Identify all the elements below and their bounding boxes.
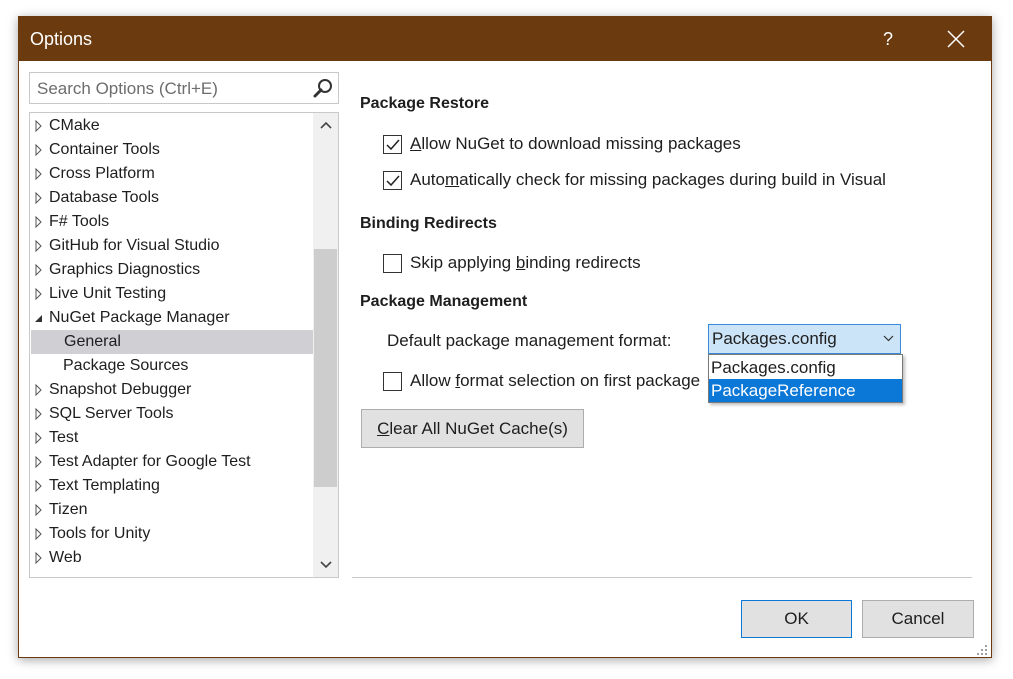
- search-icon[interactable]: [312, 78, 334, 100]
- tree-item-label: SQL Server Tools: [49, 405, 174, 422]
- tree-scrollbar[interactable]: [313, 113, 338, 577]
- options-tree[interactable]: CMake Container Tools Cross Platform Databa…: [29, 112, 339, 578]
- binding-redirects-heading: Binding Redirects: [360, 215, 497, 232]
- tree-item[interactable]: GitHub for Visual Studio: [30, 234, 313, 258]
- collapsed-arrow-icon[interactable]: [34, 480, 44, 492]
- package-management-heading: Package Management: [360, 293, 528, 310]
- collapsed-arrow-icon[interactable]: [34, 264, 44, 276]
- checkmark-icon: [386, 175, 400, 187]
- format-select-value: Packages.config: [712, 329, 837, 348]
- collapsed-arrow-icon[interactable]: [34, 216, 44, 228]
- allow-download-label: Allow NuGet to download missing packages: [410, 134, 741, 153]
- tree-item-label: Cross Platform: [49, 165, 155, 182]
- allow-download-checkbox[interactable]: [383, 135, 402, 154]
- tree-item[interactable]: Cross Platform: [30, 162, 313, 186]
- skip-binding-checkbox[interactable]: [383, 254, 402, 273]
- resize-grip-icon[interactable]: [976, 644, 988, 656]
- collapsed-arrow-icon[interactable]: [34, 168, 44, 180]
- auto-check-label: Automatically check for missing packages…: [410, 170, 886, 189]
- tree-item[interactable]: Live Unit Testing: [30, 282, 313, 306]
- title-bar[interactable]: Options ?: [19, 17, 991, 61]
- expanded-arrow-icon[interactable]: [34, 312, 44, 324]
- chevron-up-icon: [319, 121, 332, 129]
- collapsed-arrow-icon[interactable]: [34, 408, 44, 420]
- package-restore-heading: Package Restore: [360, 95, 489, 112]
- tree-item[interactable]: NuGet Package Manager: [30, 306, 313, 330]
- skip-binding-label: Skip applying binding redirects: [410, 253, 641, 272]
- tree-item-label: F# Tools: [49, 213, 110, 230]
- divider: [352, 577, 972, 578]
- checkmark-icon: [386, 139, 400, 151]
- scroll-thumb[interactable]: [314, 249, 337, 487]
- tree-item[interactable]: Container Tools: [30, 138, 313, 162]
- format-option-packagereference[interactable]: PackageReference: [709, 379, 902, 402]
- tree-item-label: General: [64, 333, 121, 350]
- tree-item[interactable]: Package Sources: [30, 354, 313, 378]
- tree-item-label: Test Adapter for Google Test: [49, 453, 251, 470]
- tree-item[interactable]: SQL Server Tools: [30, 402, 313, 426]
- tree-item[interactable]: Tizen: [30, 498, 313, 522]
- collapsed-arrow-icon[interactable]: [34, 144, 44, 156]
- tree-item[interactable]: Database Tools: [30, 186, 313, 210]
- options-dialog: Options ? Search Options (Ctrl+E) CMake C…: [18, 16, 992, 658]
- scroll-up-button[interactable]: [313, 113, 338, 135]
- collapsed-arrow-icon[interactable]: [34, 528, 44, 540]
- help-button[interactable]: ?: [865, 17, 911, 61]
- auto-check-checkbox[interactable]: [383, 171, 402, 190]
- close-button[interactable]: [933, 17, 979, 61]
- collapsed-arrow-icon[interactable]: [34, 288, 44, 300]
- collapsed-arrow-icon[interactable]: [34, 192, 44, 204]
- cancel-button[interactable]: Cancel: [862, 600, 974, 638]
- tree-item[interactable]: Snapshot Debugger: [30, 378, 313, 402]
- chevron-down-icon[interactable]: [883, 335, 894, 342]
- clear-cache-button[interactable]: Clear All NuGet Cache(s): [361, 409, 584, 448]
- tree-item-label: Database Tools: [49, 189, 159, 206]
- collapsed-arrow-icon[interactable]: [34, 120, 44, 132]
- allow-format-label: Allow format selection on first package: [410, 371, 701, 390]
- tree-item[interactable]: Tools for Unity: [30, 522, 313, 546]
- collapsed-arrow-icon[interactable]: [34, 504, 44, 516]
- close-icon: [947, 30, 965, 48]
- tree-item-label: Graphics Diagnostics: [49, 261, 201, 278]
- tree-item[interactable]: Test Adapter for Google Test: [30, 450, 313, 474]
- tree-item[interactable]: General: [31, 330, 314, 354]
- scroll-down-button[interactable]: [313, 554, 338, 576]
- tree-item[interactable]: F# Tools: [30, 210, 313, 234]
- tree-item-label: Snapshot Debugger: [49, 381, 192, 398]
- dialog-title: Options: [30, 29, 93, 49]
- tree-item-label: Tools for Unity: [49, 525, 151, 542]
- tree-item-label: CMake: [49, 117, 100, 134]
- tree-item[interactable]: Test: [30, 426, 313, 450]
- chevron-down-icon: [319, 561, 332, 569]
- search-placeholder: Search Options (Ctrl+E): [37, 79, 218, 98]
- collapsed-arrow-icon[interactable]: [34, 240, 44, 252]
- tree-item[interactable]: Web: [30, 546, 313, 570]
- tree-item-label: Tizen: [49, 501, 88, 518]
- collapsed-arrow-icon[interactable]: [34, 432, 44, 444]
- collapsed-arrow-icon[interactable]: [34, 552, 44, 564]
- tree-item[interactable]: CMake: [30, 114, 313, 138]
- tree-item-label: GitHub for Visual Studio: [49, 237, 220, 254]
- collapsed-arrow-icon[interactable]: [34, 384, 44, 396]
- tree-item-label: Package Sources: [63, 357, 189, 374]
- allow-format-checkbox[interactable]: [383, 372, 402, 391]
- tree-item-label: Web: [49, 549, 82, 566]
- format-label: Default package management format:: [387, 331, 672, 350]
- tree-item[interactable]: Graphics Diagnostics: [30, 258, 313, 282]
- tree-item-label: Live Unit Testing: [49, 285, 167, 302]
- format-option-packages-config[interactable]: Packages.config: [709, 356, 902, 379]
- tree-item-label: Container Tools: [49, 141, 160, 158]
- ok-button[interactable]: OK: [741, 600, 852, 638]
- tree-item-label: Text Templating: [49, 477, 160, 494]
- format-select[interactable]: Packages.config: [708, 324, 901, 354]
- format-dropdown-list[interactable]: Packages.config PackageReference: [708, 354, 903, 403]
- tree-item-label: NuGet Package Manager: [49, 309, 230, 326]
- tree-item-label: Test: [49, 429, 79, 446]
- collapsed-arrow-icon[interactable]: [34, 456, 44, 468]
- tree-item[interactable]: Text Templating: [30, 474, 313, 498]
- search-input[interactable]: Search Options (Ctrl+E): [29, 72, 339, 104]
